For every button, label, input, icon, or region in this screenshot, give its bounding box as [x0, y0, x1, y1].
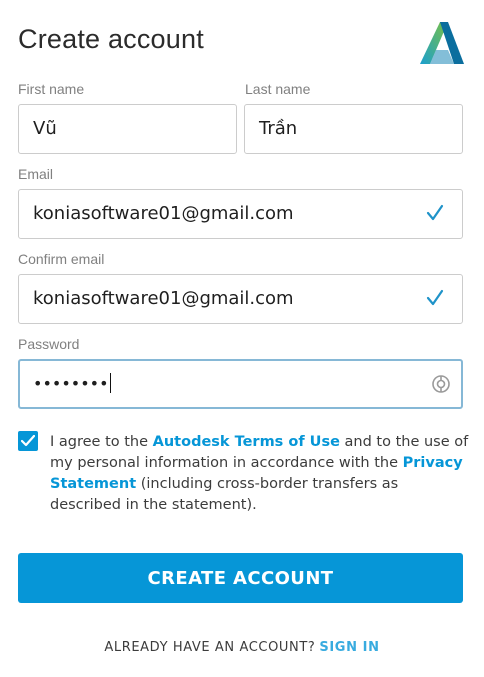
agreement-text-part-1: I agree to the: [50, 434, 153, 450]
first-name-value: Vũ: [33, 118, 57, 139]
last-name-value: Trần: [259, 118, 298, 139]
create-account-page: Create account First name Vũ Last name T…: [0, 0, 484, 677]
confirm-email-field[interactable]: koniasoftware01@gmail.com: [18, 274, 463, 324]
confirm-email-check-icon: [426, 289, 444, 306]
show-password-icon[interactable]: [431, 374, 451, 394]
signin-prompt: ALREADY HAVE AN ACCOUNT?: [104, 640, 316, 655]
email-check-icon: [426, 204, 444, 221]
last-name-field[interactable]: Trần: [244, 104, 463, 154]
email-field[interactable]: koniasoftware01@gmail.com: [18, 189, 463, 239]
create-account-button[interactable]: CREATE ACCOUNT: [18, 553, 463, 603]
email-value: koniasoftware01@gmail.com: [33, 203, 294, 224]
first-name-field[interactable]: Vũ: [18, 104, 237, 154]
agree-checkbox[interactable]: [18, 431, 38, 451]
checkmark-icon: [21, 435, 35, 447]
text-caret: [109, 372, 111, 393]
password-value: ••••••••: [33, 374, 109, 393]
page-title: Create account: [18, 24, 204, 54]
autodesk-logo-icon: [420, 22, 464, 64]
email-label: Email: [18, 166, 54, 182]
signin-row: ALREADY HAVE AN ACCOUNT? SIGN IN: [0, 640, 484, 655]
confirm-email-label: Confirm email: [18, 251, 105, 267]
confirm-email-value: koniasoftware01@gmail.com: [33, 288, 294, 309]
agreement-text: I agree to the Autodesk Terms of Use and…: [50, 432, 470, 516]
last-name-label: Last name: [245, 81, 311, 97]
terms-of-use-link[interactable]: Autodesk Terms of Use: [153, 434, 340, 450]
first-name-label: First name: [18, 81, 85, 97]
password-field[interactable]: ••••••••: [18, 359, 463, 409]
signin-link[interactable]: SIGN IN: [319, 640, 379, 655]
password-label: Password: [18, 336, 80, 352]
